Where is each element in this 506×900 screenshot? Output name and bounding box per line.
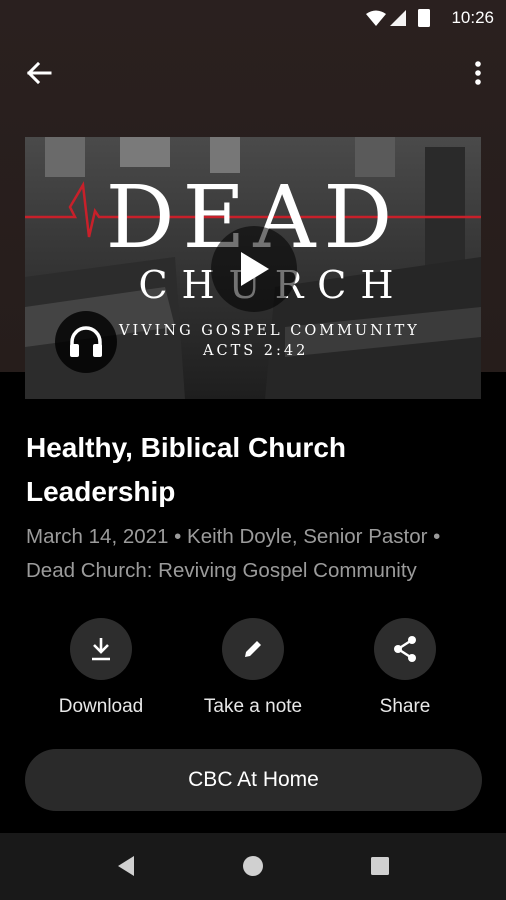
nav-recents-button[interactable] <box>365 851 395 881</box>
nav-back-button[interactable] <box>111 851 141 881</box>
take-note-button[interactable] <box>222 618 284 680</box>
status-icons <box>366 9 430 27</box>
back-button[interactable] <box>20 54 58 92</box>
action-row: Download Take a note Share <box>0 618 506 728</box>
download-action[interactable]: Download <box>31 618 171 718</box>
share-label: Share <box>379 696 431 717</box>
arrow-back-icon <box>26 61 52 85</box>
back-triangle-icon <box>118 856 134 876</box>
take-note-action[interactable]: Take a note <box>183 618 323 718</box>
sermon-meta: March 14, 2021 • Keith Doyle, Senior Pas… <box>26 525 441 582</box>
share-action[interactable]: Share <box>335 618 475 718</box>
more-options-button[interactable] <box>464 54 492 92</box>
status-bar: 10:26 <box>0 0 506 36</box>
artwork-tagline: VIVING GOSPEL COMMUNITY <box>119 323 420 339</box>
headphones-icon <box>70 326 102 357</box>
share-button[interactable] <box>374 618 436 680</box>
more-vert-icon <box>475 61 481 85</box>
play-button[interactable] <box>211 226 297 312</box>
nav-home-button[interactable] <box>238 851 268 881</box>
download-icon <box>92 638 110 661</box>
play-icon <box>241 252 269 286</box>
recents-square-icon <box>371 857 389 875</box>
pencil-icon <box>245 641 261 657</box>
audio-button[interactable] <box>55 311 117 373</box>
sermon-artwork[interactable]: DEAD CHURCH VIVING GOSPEL COMMUNITY ACTS… <box>25 137 481 399</box>
home-circle-icon <box>243 856 263 876</box>
artwork-reference: ACTS 2:42 <box>203 343 309 359</box>
share-icon <box>394 636 416 662</box>
app-bar <box>0 40 506 106</box>
battery-icon <box>418 9 430 27</box>
wifi-icon <box>366 10 386 26</box>
system-nav-bar <box>0 833 506 900</box>
take-note-label: Take a note <box>203 696 303 717</box>
signal-icon <box>390 10 406 26</box>
download-label: Download <box>58 696 144 717</box>
download-button[interactable] <box>70 618 132 680</box>
status-time: 10:26 <box>451 8 494 27</box>
sermon-title: Healthy, Biblical Church Leadership <box>26 432 346 507</box>
cbc-at-home-button[interactable]: CBC At Home <box>25 749 482 811</box>
